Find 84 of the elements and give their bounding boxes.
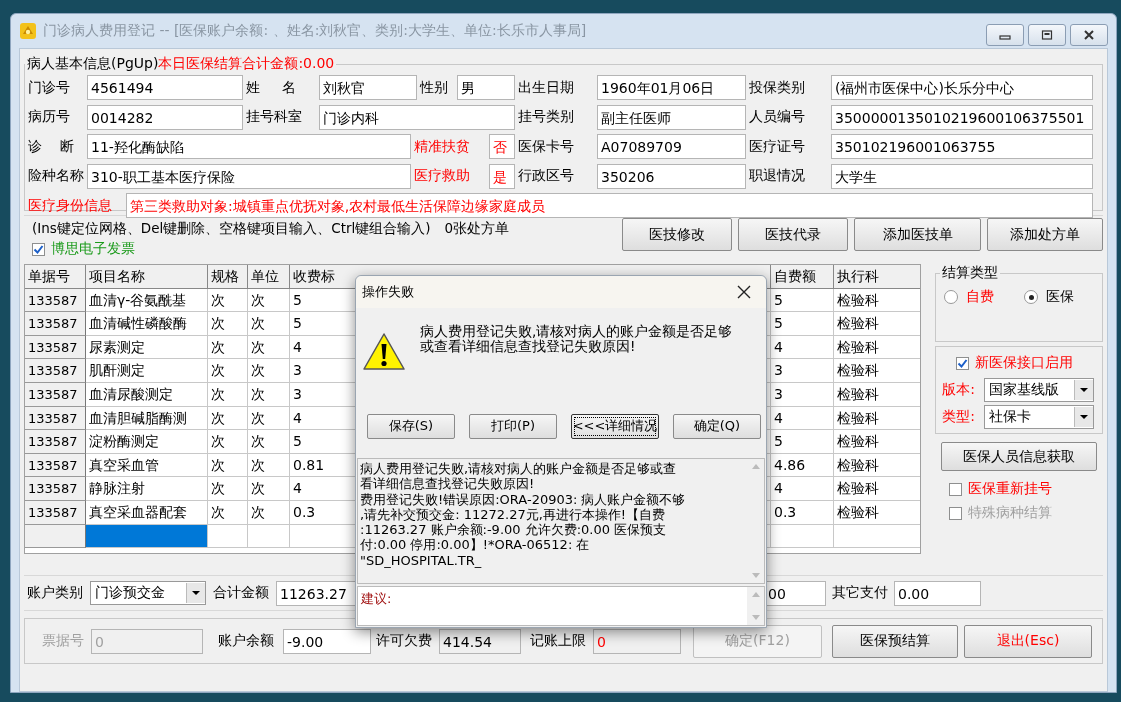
table-cell: 次	[248, 359, 290, 383]
table-cell: 次	[208, 406, 248, 431]
table-cell: 次	[248, 477, 290, 501]
table-cell: 5	[771, 288, 834, 313]
field-label: 投保类别	[748, 78, 806, 97]
table-cell: 次	[208, 430, 248, 454]
table-cell: 次	[248, 453, 290, 478]
table-cell: 肌酐测定	[86, 359, 208, 383]
table-cell: 检验科	[834, 477, 921, 501]
table-cell: 真空采血管	[86, 453, 208, 478]
table-cell: 检验科	[834, 500, 921, 525]
advice-label: 建议:	[360, 590, 393, 609]
field-label: 版本:	[942, 381, 976, 399]
table-cell: 4.86	[771, 453, 834, 478]
table-cell: 4	[771, 477, 834, 501]
group-title: 病人基本信息(PgUp)	[27, 55, 159, 71]
table-cell: 检验科	[834, 453, 921, 478]
field-label: 账户类别	[26, 584, 84, 602]
field-label: 出生日期	[517, 78, 575, 97]
field-label: 医疗证号	[748, 137, 806, 156]
prescription-count: 0张处方单	[444, 220, 510, 238]
field-label: 诊 断	[27, 137, 75, 156]
field-label: 账户余额	[217, 632, 275, 650]
field-label: 合计金额	[212, 584, 270, 602]
table-cell: 血清碱性磷酸酶	[86, 312, 208, 336]
field-label: 病历号	[27, 108, 71, 127]
hint-text: (Ins键定位网格、Del键删除、空格键项目输入、Ctrl键组合输入)	[32, 220, 431, 238]
field-label: 类型:	[942, 408, 976, 426]
field-label: 险种名称	[27, 167, 85, 186]
table-cell: 5	[771, 312, 834, 336]
table-cell: 检验科	[834, 430, 921, 454]
field-label: 姓 名	[245, 78, 298, 97]
table-cell: 次	[248, 312, 290, 336]
table-cell: 次	[208, 477, 248, 501]
table-cell: 血清胆碱脂酶测	[86, 406, 208, 431]
group-title: 结算类型	[941, 264, 1000, 282]
table-cell: 淀粉酶测定	[86, 430, 208, 454]
field-label: 职退情况	[748, 167, 806, 186]
field-label: 医疗身份信息	[27, 196, 113, 215]
table-cell: 次	[248, 430, 290, 454]
field-label: 挂号科室	[245, 108, 303, 127]
field-label: 记账上限	[529, 632, 587, 650]
table-cell: 5	[771, 430, 834, 454]
table-cell: 次	[208, 359, 248, 383]
table-cell: 尿素测定	[86, 335, 208, 360]
field-label: 挂号类别	[517, 108, 575, 127]
table-cell: 次	[248, 500, 290, 525]
table-cell: 检验科	[834, 335, 921, 360]
table-cell: 静脉注射	[86, 477, 208, 501]
table-cell: 血清γ-谷氨酰基	[86, 288, 208, 313]
table-cell: 检验科	[834, 382, 921, 407]
table-cell: 检验科	[834, 288, 921, 313]
table-cell: 次	[248, 335, 290, 360]
table-cell: 次	[248, 288, 290, 313]
table-cell: 检验科	[834, 312, 921, 336]
table-cell: 3	[771, 359, 834, 383]
table-cell: 次	[208, 382, 248, 407]
table-cell: 真空采血器配套	[86, 500, 208, 525]
field-label: 医保卡号	[517, 137, 575, 156]
table-cell: 次	[208, 288, 248, 313]
table-cell: 0.3	[771, 500, 834, 525]
field-label: 其它支付	[831, 584, 889, 602]
table-cell: 4	[771, 406, 834, 431]
window-title: 门诊病人费用登记 -- [医保账户余额: 、姓名:刘秋官、类别:大学生、单位:长乐市人事局]	[43, 22, 588, 40]
table-cell: 4	[771, 335, 834, 360]
field-label: 人员编号	[748, 108, 806, 127]
field-label: 门诊号	[27, 78, 71, 97]
table-cell: 血清尿酸测定	[86, 382, 208, 407]
table-cell: 次	[208, 453, 248, 478]
table-cell: 次	[248, 406, 290, 431]
table-cell: 3	[771, 382, 834, 407]
table-cell: 检验科	[834, 359, 921, 383]
field-label: 行政区号	[517, 167, 575, 186]
field-label: 许可欠费	[375, 632, 433, 650]
table-cell: 次	[208, 312, 248, 336]
table-cell: 次	[208, 500, 248, 525]
table-cell: 次	[208, 335, 248, 360]
table-cell: 次	[248, 382, 290, 407]
table-cell: 检验科	[834, 406, 921, 431]
field-label: 精准扶贫	[413, 137, 471, 156]
field-label: 医疗救助	[413, 167, 471, 186]
daily-total-text: 本日医保结算合计金额:0.00	[158, 55, 335, 71]
field-label: 性别	[418, 78, 449, 97]
field-label: 票据号	[41, 632, 85, 650]
